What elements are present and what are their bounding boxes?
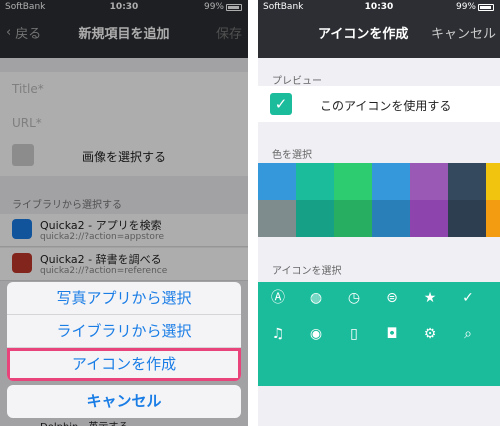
battery-icon (478, 3, 494, 11)
color-swatch[interactable] (448, 163, 486, 200)
create-icon-button[interactable]: アイコンを作成 (7, 348, 241, 381)
icon-picker: Ⓐ ◍ ◷ ⊜ ★ ✓ + ♫ ◉ ▯ ◘ ⚙ ⌕ › (258, 282, 500, 386)
search-icon[interactable]: ⌕ (458, 324, 478, 344)
clock-icon[interactable]: ◷ (344, 288, 364, 308)
icon-select-label: アイコンを選択 (272, 266, 342, 277)
status-bar: SoftBank 10:30 99% (258, 0, 500, 16)
globe-icon[interactable]: ◍ (306, 288, 326, 308)
cancel-button[interactable]: キャンセル (7, 385, 241, 418)
page-title: アイコンを作成 (318, 27, 409, 42)
cancel-button[interactable]: キャンセル (431, 23, 496, 42)
more-icon[interactable]: › (496, 324, 500, 344)
checkmark-icon[interactable]: ✓ (458, 288, 478, 308)
color-swatch[interactable] (258, 200, 296, 237)
right-screen: SoftBank 10:30 99% アイコンを作成 キャンセル プレビュー ✓… (258, 0, 500, 426)
select-from-library-button[interactable]: ライブラリから選択 (7, 315, 241, 348)
color-swatch[interactable] (334, 200, 372, 237)
toggle-icon[interactable]: ⊜ (382, 288, 402, 308)
app-store-icon[interactable]: Ⓐ (268, 288, 288, 308)
action-sheet-cancel: キャンセル (7, 385, 241, 418)
record-icon[interactable]: ◉ (306, 324, 326, 344)
book-icon[interactable]: ▯ (344, 324, 364, 344)
color-label: 色を選択 (272, 150, 312, 161)
use-icon-label: このアイコンを使用する (320, 99, 452, 113)
checkbox-checked-icon[interactable]: ✓ (270, 93, 292, 115)
color-swatches (258, 163, 500, 237)
star-icon[interactable]: ★ (420, 288, 440, 308)
left-screen: SoftBank 10:30 99% ‹ 戻る 新規項目を追加 保存 Title*… (0, 0, 248, 426)
battery-status: 99% (456, 2, 494, 12)
action-sheet: 写真アプリから選択 ライブラリから選択 アイコンを作成 (7, 282, 241, 381)
color-swatch[interactable] (258, 163, 296, 200)
color-swatch[interactable] (334, 163, 372, 200)
color-swatch[interactable] (410, 163, 448, 200)
color-swatch[interactable] (296, 163, 334, 200)
use-icon-row[interactable]: ✓ このアイコンを使用する (258, 86, 500, 122)
color-swatch[interactable] (372, 163, 410, 200)
color-swatch[interactable] (448, 200, 486, 237)
plus-icon[interactable]: + (496, 288, 500, 308)
color-swatch[interactable] (486, 163, 500, 200)
nav-bar: SoftBank 10:30 99% アイコンを作成 キャンセル (258, 0, 500, 58)
battery-percent: 99% (455, 2, 476, 12)
notification-icon[interactable]: ◘ (382, 324, 402, 344)
select-from-photos-button[interactable]: 写真アプリから選択 (7, 282, 241, 315)
color-swatch[interactable] (486, 200, 500, 237)
color-swatch[interactable] (296, 200, 334, 237)
preview-label: プレビュー (272, 76, 322, 87)
color-swatch[interactable] (372, 200, 410, 237)
music-icon[interactable]: ♫ (268, 324, 288, 344)
color-swatch[interactable] (410, 200, 448, 237)
gear-icon[interactable]: ⚙ (420, 324, 440, 344)
